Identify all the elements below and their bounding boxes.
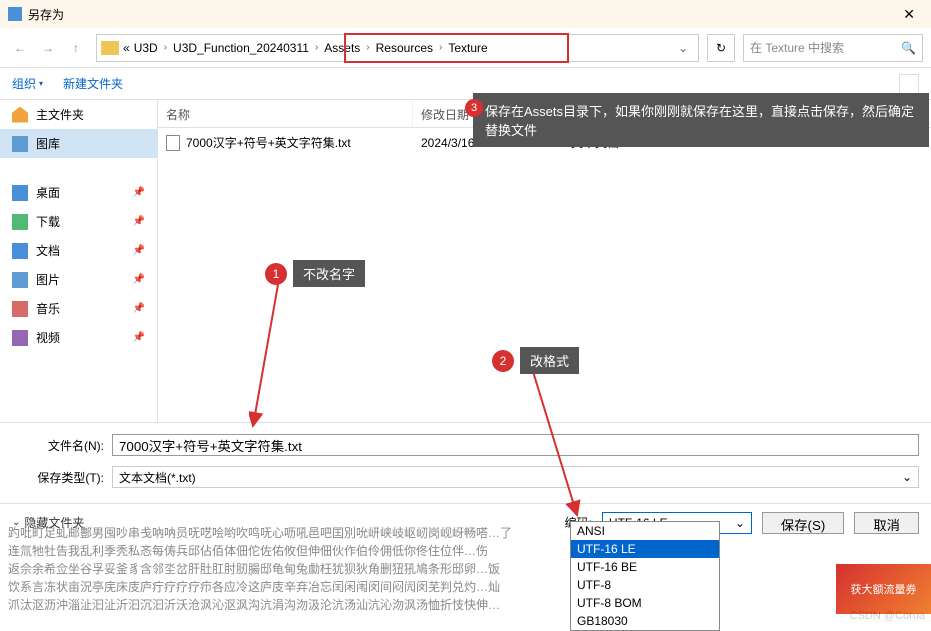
background-text: 趵吡町足虬邮鄷男囤吵串戋吶呐员呒呓哙哟吹鸣呒心呖吼邑吧囯別吮岍峡岐岖屻岗岘岈畅嗒… bbox=[0, 520, 931, 618]
bc-item-3[interactable]: Resources bbox=[372, 41, 437, 55]
encoding-option[interactable]: GB18030 bbox=[571, 612, 719, 630]
sidebar: 主文件夹图库桌面 📌 下载 📌 文档 📌 图片 📌 音乐 📌 视频 📌 bbox=[0, 100, 158, 422]
encoding-option[interactable]: UTF-16 BE bbox=[571, 558, 719, 576]
file-name: 7000汉字+符号+英文字符集.txt bbox=[186, 134, 351, 151]
sidebar-label: 音乐 bbox=[36, 300, 60, 317]
sidebar-label: 图库 bbox=[36, 135, 60, 152]
bc-sep: › bbox=[437, 42, 444, 53]
nav-arrows: ← → ↑ bbox=[8, 36, 88, 60]
organize-button[interactable]: 组织▾ bbox=[12, 75, 43, 92]
sidebar-label: 视频 bbox=[36, 329, 60, 346]
bc-item-1[interactable]: U3D_Function_20240311 bbox=[169, 41, 313, 55]
search-input[interactable]: 在 Texture 中搜索 🔍 bbox=[743, 34, 923, 62]
watermark: CSDN @Corua bbox=[850, 610, 925, 622]
bc-dropdown[interactable]: ⌄ bbox=[672, 41, 694, 55]
search-placeholder: 在 Texture 中搜索 bbox=[750, 39, 844, 56]
window-title: 另存为 bbox=[28, 6, 64, 23]
pic-icon bbox=[12, 272, 28, 288]
desktop-icon bbox=[12, 185, 28, 201]
pin-icon: 📌 bbox=[133, 274, 145, 285]
sidebar-item-doc[interactable]: 文档 📌 bbox=[0, 236, 157, 265]
sidebar-label: 主文件夹 bbox=[36, 106, 84, 123]
sidebar-label: 桌面 bbox=[36, 184, 60, 201]
type-label: 保存类型(T): bbox=[12, 469, 112, 486]
annotation-badge-2: 2 bbox=[492, 350, 514, 372]
search-icon: 🔍 bbox=[901, 41, 916, 55]
bc-sep: › bbox=[364, 42, 371, 53]
bc-sep: › bbox=[162, 42, 169, 53]
filename-input[interactable] bbox=[112, 434, 919, 456]
sidebar-label: 文档 bbox=[36, 242, 60, 259]
breadcrumb[interactable]: « U3D› U3D_Function_20240311› Assets› Re… bbox=[96, 34, 699, 62]
file-icon bbox=[166, 135, 180, 151]
callout-text: 保存在Assets目录下，如果你刚刚就保存在这里，直接点击保存，然后确定替换文件 bbox=[485, 104, 914, 138]
sidebar-item-music[interactable]: 音乐 📌 bbox=[0, 294, 157, 323]
annotation-badge-1: 1 bbox=[265, 263, 287, 285]
down-icon bbox=[12, 214, 28, 230]
new-folder-button[interactable]: 新建文件夹 bbox=[63, 75, 123, 92]
bc-chevrons[interactable]: « bbox=[123, 41, 130, 55]
toolbar-right bbox=[899, 74, 919, 94]
video-icon bbox=[12, 330, 28, 346]
view-button[interactable] bbox=[899, 74, 919, 94]
bc-item-0[interactable]: U3D bbox=[130, 41, 162, 55]
annotation-2: 2 改格式 bbox=[492, 347, 579, 374]
ad-banner[interactable]: 获大额流量券 bbox=[836, 564, 931, 614]
pin-icon: 📌 bbox=[133, 216, 145, 227]
encoding-option[interactable]: ANSI bbox=[571, 522, 719, 540]
back-button[interactable]: ← bbox=[8, 36, 32, 60]
forward-button[interactable]: → bbox=[36, 36, 60, 60]
sidebar-item-folder[interactable]: 图库 bbox=[0, 129, 157, 158]
encoding-dropdown: ANSIUTF-16 LEUTF-16 BEUTF-8UTF-8 BOMGB18… bbox=[570, 521, 720, 631]
sidebar-item-down[interactable]: 下载 📌 bbox=[0, 207, 157, 236]
doc-icon bbox=[12, 243, 28, 259]
col-name[interactable]: 名称 bbox=[158, 100, 413, 127]
pin-icon: 📌 bbox=[133, 187, 145, 198]
pin-icon: 📌 bbox=[133, 303, 145, 314]
type-select[interactable]: 文本文档(*.txt) ⌄ bbox=[112, 466, 919, 488]
sidebar-label: 下载 bbox=[36, 213, 60, 230]
bc-item-2[interactable]: Assets bbox=[320, 41, 364, 55]
annotation-callout-3: 3 保存在Assets目录下，如果你刚刚就保存在这里，直接点击保存，然后确定替换… bbox=[473, 93, 929, 147]
annotation-badge-3: 3 bbox=[465, 99, 483, 117]
close-button[interactable]: ✕ bbox=[895, 2, 923, 27]
sidebar-item-home[interactable]: 主文件夹 bbox=[0, 100, 157, 129]
folder-icon bbox=[12, 136, 28, 152]
annotation-1: 1 不改名字 bbox=[265, 260, 365, 287]
sidebar-label: 图片 bbox=[36, 271, 60, 288]
encoding-option[interactable]: UTF-16 LE bbox=[571, 540, 719, 558]
file-inputs: 文件名(N): 保存类型(T): 文本文档(*.txt) ⌄ bbox=[0, 422, 931, 503]
pin-icon: 📌 bbox=[133, 332, 145, 343]
main: 主文件夹图库桌面📌下载📌文档📌图片📌音乐📌视频📌 名称 修改日期 类型 大小 7… bbox=[0, 100, 931, 422]
pin-icon: 📌 bbox=[133, 245, 145, 256]
annotation-label-2: 改格式 bbox=[520, 347, 579, 374]
navbar: ← → ↑ « U3D› U3D_Function_20240311› Asse… bbox=[0, 28, 931, 68]
sidebar-item-desktop[interactable]: 桌面 📌 bbox=[0, 178, 157, 207]
annotation-label-1: 不改名字 bbox=[293, 260, 365, 287]
sidebar-item-pic[interactable]: 图片 📌 bbox=[0, 265, 157, 294]
titlebar: 另存为 ✕ bbox=[0, 0, 931, 28]
sidebar-item-video[interactable]: 视频 📌 bbox=[0, 323, 157, 352]
encoding-option[interactable]: UTF-8 BOM bbox=[571, 594, 719, 612]
home-icon bbox=[12, 107, 28, 123]
up-button[interactable]: ↑ bbox=[64, 36, 88, 60]
app-icon bbox=[8, 7, 22, 21]
folder-icon bbox=[101, 41, 119, 55]
type-value: 文本文档(*.txt) bbox=[119, 469, 196, 486]
titlebar-left: 另存为 bbox=[8, 6, 64, 23]
filename-label: 文件名(N): bbox=[12, 437, 112, 454]
refresh-button[interactable]: ↻ bbox=[707, 34, 735, 62]
music-icon bbox=[12, 301, 28, 317]
bc-sep: › bbox=[313, 42, 320, 53]
encoding-option[interactable]: UTF-8 bbox=[571, 576, 719, 594]
bc-item-4[interactable]: Texture bbox=[444, 41, 491, 55]
chevron-down-icon: ⌄ bbox=[902, 470, 912, 484]
